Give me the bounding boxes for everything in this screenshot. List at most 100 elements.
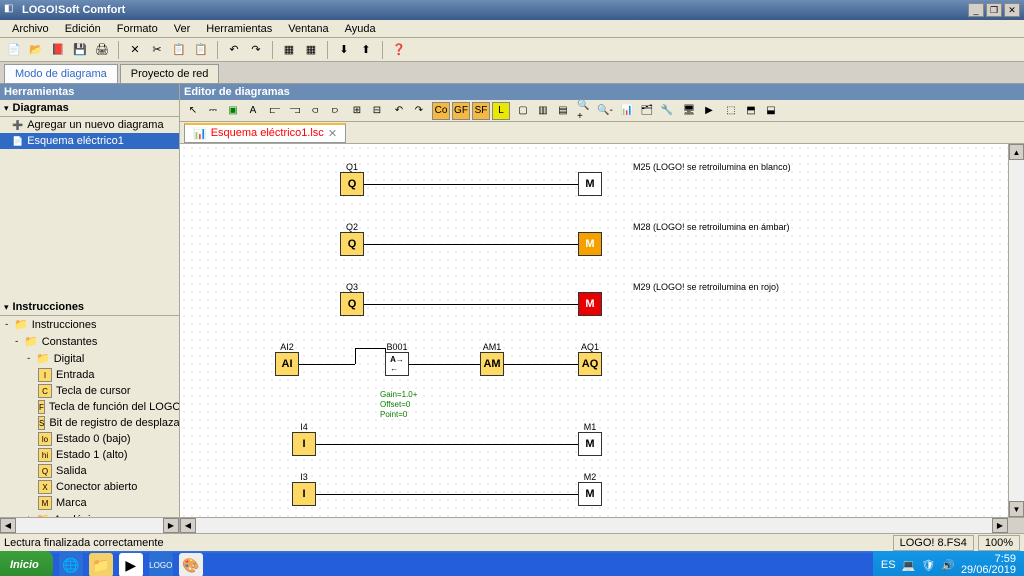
menu-edicion[interactable]: Edición [57,21,109,37]
block-m25[interactable]: M [578,172,602,196]
tree-digital-item[interactable]: XConector abierto [0,479,179,495]
system-tray[interactable]: ES 💻 🛡 🔊 7:59 29/06/2019 [873,551,1024,576]
block-m1[interactable]: M [578,432,602,456]
redo-icon[interactable]: ↷ [246,40,266,60]
save-icon[interactable]: 💾 [70,40,90,60]
connect-icon[interactable]: ⎓ [204,102,222,120]
block-m2[interactable]: M [578,482,602,506]
block-i3[interactable]: I [292,482,316,506]
align2-icon[interactable]: ⫎ [286,102,304,120]
close-button[interactable]: ✕ [1004,3,1020,17]
start-button[interactable]: Inicio [0,551,53,576]
undo-icon[interactable]: ↶ [224,40,244,60]
diagram-canvas[interactable]: Q1 Q M25 (LOGO! se retroilumina en blanc… [180,144,1008,517]
dist1-icon[interactable]: ⊞ [348,102,366,120]
minimize-button[interactable]: _ [968,3,984,17]
tray-icon2[interactable]: 🛡 [921,559,935,572]
page2-icon[interactable]: ▥ [534,102,552,120]
scroll-right-icon[interactable]: ▶ [992,518,1008,533]
scroll-left-icon[interactable]: ◀ [180,518,196,533]
tray-lang[interactable]: ES [881,559,896,571]
text-icon[interactable]: A [244,102,262,120]
extra1-icon[interactable]: ⬚ [722,102,740,120]
extra2-icon[interactable]: ⬒ [742,102,760,120]
task-ie-icon[interactable]: 🌐 [59,553,83,576]
sim3-icon[interactable]: 🔧 [658,102,676,120]
block-ai2[interactable]: AI [275,352,299,376]
status-zoom[interactable]: 100% [978,535,1020,551]
task-explorer-icon[interactable]: 📁 [89,553,113,576]
block-b001[interactable]: A→← [385,352,409,376]
scroll-left-icon[interactable]: ◀ [0,518,16,533]
menu-ayuda[interactable]: Ayuda [337,21,384,37]
close-file-icon[interactable]: 📕 [48,40,68,60]
add-diagram-row[interactable]: ➕ Agregar un nuevo diagrama [0,117,179,133]
diagrams-header[interactable]: ▾ Diagramas [0,100,179,117]
page1-icon[interactable]: ▢ [514,102,532,120]
block-aq1[interactable]: AQ [578,352,602,376]
tab-diagram-mode[interactable]: Modo de diagrama [4,64,118,83]
canvas-vscroll[interactable]: ▲ ▼ [1008,144,1024,517]
tree-digital[interactable]: -📁 Digital [0,350,179,367]
cut-icon[interactable]: ✂ [147,40,167,60]
window2-icon[interactable]: ▦ [301,40,321,60]
block-q1[interactable]: Q [340,172,364,196]
pointer-icon[interactable]: ↖ [184,102,202,120]
task-logo-icon[interactable]: LOGO [149,553,173,576]
tree-digital-item[interactable]: SBit de registro de desplazam [0,415,179,431]
gf-icon[interactable]: GF [452,102,470,120]
block-m29[interactable]: M [578,292,602,316]
tree-root[interactable]: -📁 Instrucciones [0,316,179,333]
sf-icon[interactable]: SF [472,102,490,120]
tray-icon3[interactable]: 🔊 [941,559,955,572]
tree-constants[interactable]: -📁 Constantes [0,333,179,350]
open-icon[interactable]: 📂 [26,40,46,60]
tree-digital-item[interactable]: IEntrada [0,367,179,383]
block-q2[interactable]: Q [340,232,364,256]
tree-digital-item[interactable]: QSalida [0,463,179,479]
scroll-up-icon[interactable]: ▲ [1009,144,1024,160]
undo2-icon[interactable]: ↶ [390,102,408,120]
l-icon[interactable]: L [492,102,510,120]
tree-digital-item[interactable]: CTecla de cursor [0,383,179,399]
align1-icon[interactable]: ⫍ [266,102,284,120]
tray-clock[interactable]: 7:59 29/06/2019 [961,554,1016,576]
help-icon[interactable]: ❓ [389,40,409,60]
tab-network-mode[interactable]: Proyecto de red [120,64,220,83]
block-am1[interactable]: AM [480,352,504,376]
window1-icon[interactable]: ▦ [279,40,299,60]
scroll-down-icon[interactable]: ▼ [1009,501,1024,517]
tree-digital-item[interactable]: FTecla de función del LOGO! [0,399,179,415]
left-scrollbar[interactable]: ◀ ▶ [0,517,179,533]
sim-icon[interactable]: ▶ [700,102,718,120]
co-icon[interactable]: Co [432,102,450,120]
tree-digital-item[interactable]: hiEstado 1 (alto) [0,447,179,463]
tool3-icon[interactable]: ▣ [224,102,242,120]
delete-icon[interactable]: ✕ [125,40,145,60]
upload-icon[interactable]: ⬆ [356,40,376,60]
sim1-icon[interactable]: 📊 [618,102,636,120]
current-diagram-row[interactable]: 📄 Esquema eléctrico1 [0,133,179,149]
zoomin-icon[interactable]: 🔍+ [576,102,594,120]
dist2-icon[interactable]: ⊟ [368,102,386,120]
new-icon[interactable]: 📄 [4,40,24,60]
block-m28[interactable]: M [578,232,602,256]
close-tab-icon[interactable]: ✕ [328,127,337,140]
tree-digital-item[interactable]: loEstado 0 (bajo) [0,431,179,447]
block-q3[interactable]: Q [340,292,364,316]
menu-archivo[interactable]: Archivo [4,21,57,37]
align3-icon[interactable]: ⫏ [306,102,324,120]
menu-ventana[interactable]: Ventana [280,21,336,37]
online-icon[interactable]: 🖥 [680,102,698,120]
copy-icon[interactable]: 📋 [169,40,189,60]
task-paint-icon[interactable]: 🎨 [179,553,203,576]
scroll-right-icon[interactable]: ▶ [163,518,179,533]
zoomout-icon[interactable]: 🔍- [596,102,614,120]
download-icon[interactable]: ⬇ [334,40,354,60]
extra3-icon[interactable]: ⬓ [762,102,780,120]
canvas-hscroll[interactable]: ◀ ▶ [180,517,1024,533]
align4-icon[interactable]: ⫐ [326,102,344,120]
task-media-icon[interactable]: ▶ [119,553,143,576]
sim2-icon[interactable]: 🗂 [638,102,656,120]
block-i4[interactable]: I [292,432,316,456]
